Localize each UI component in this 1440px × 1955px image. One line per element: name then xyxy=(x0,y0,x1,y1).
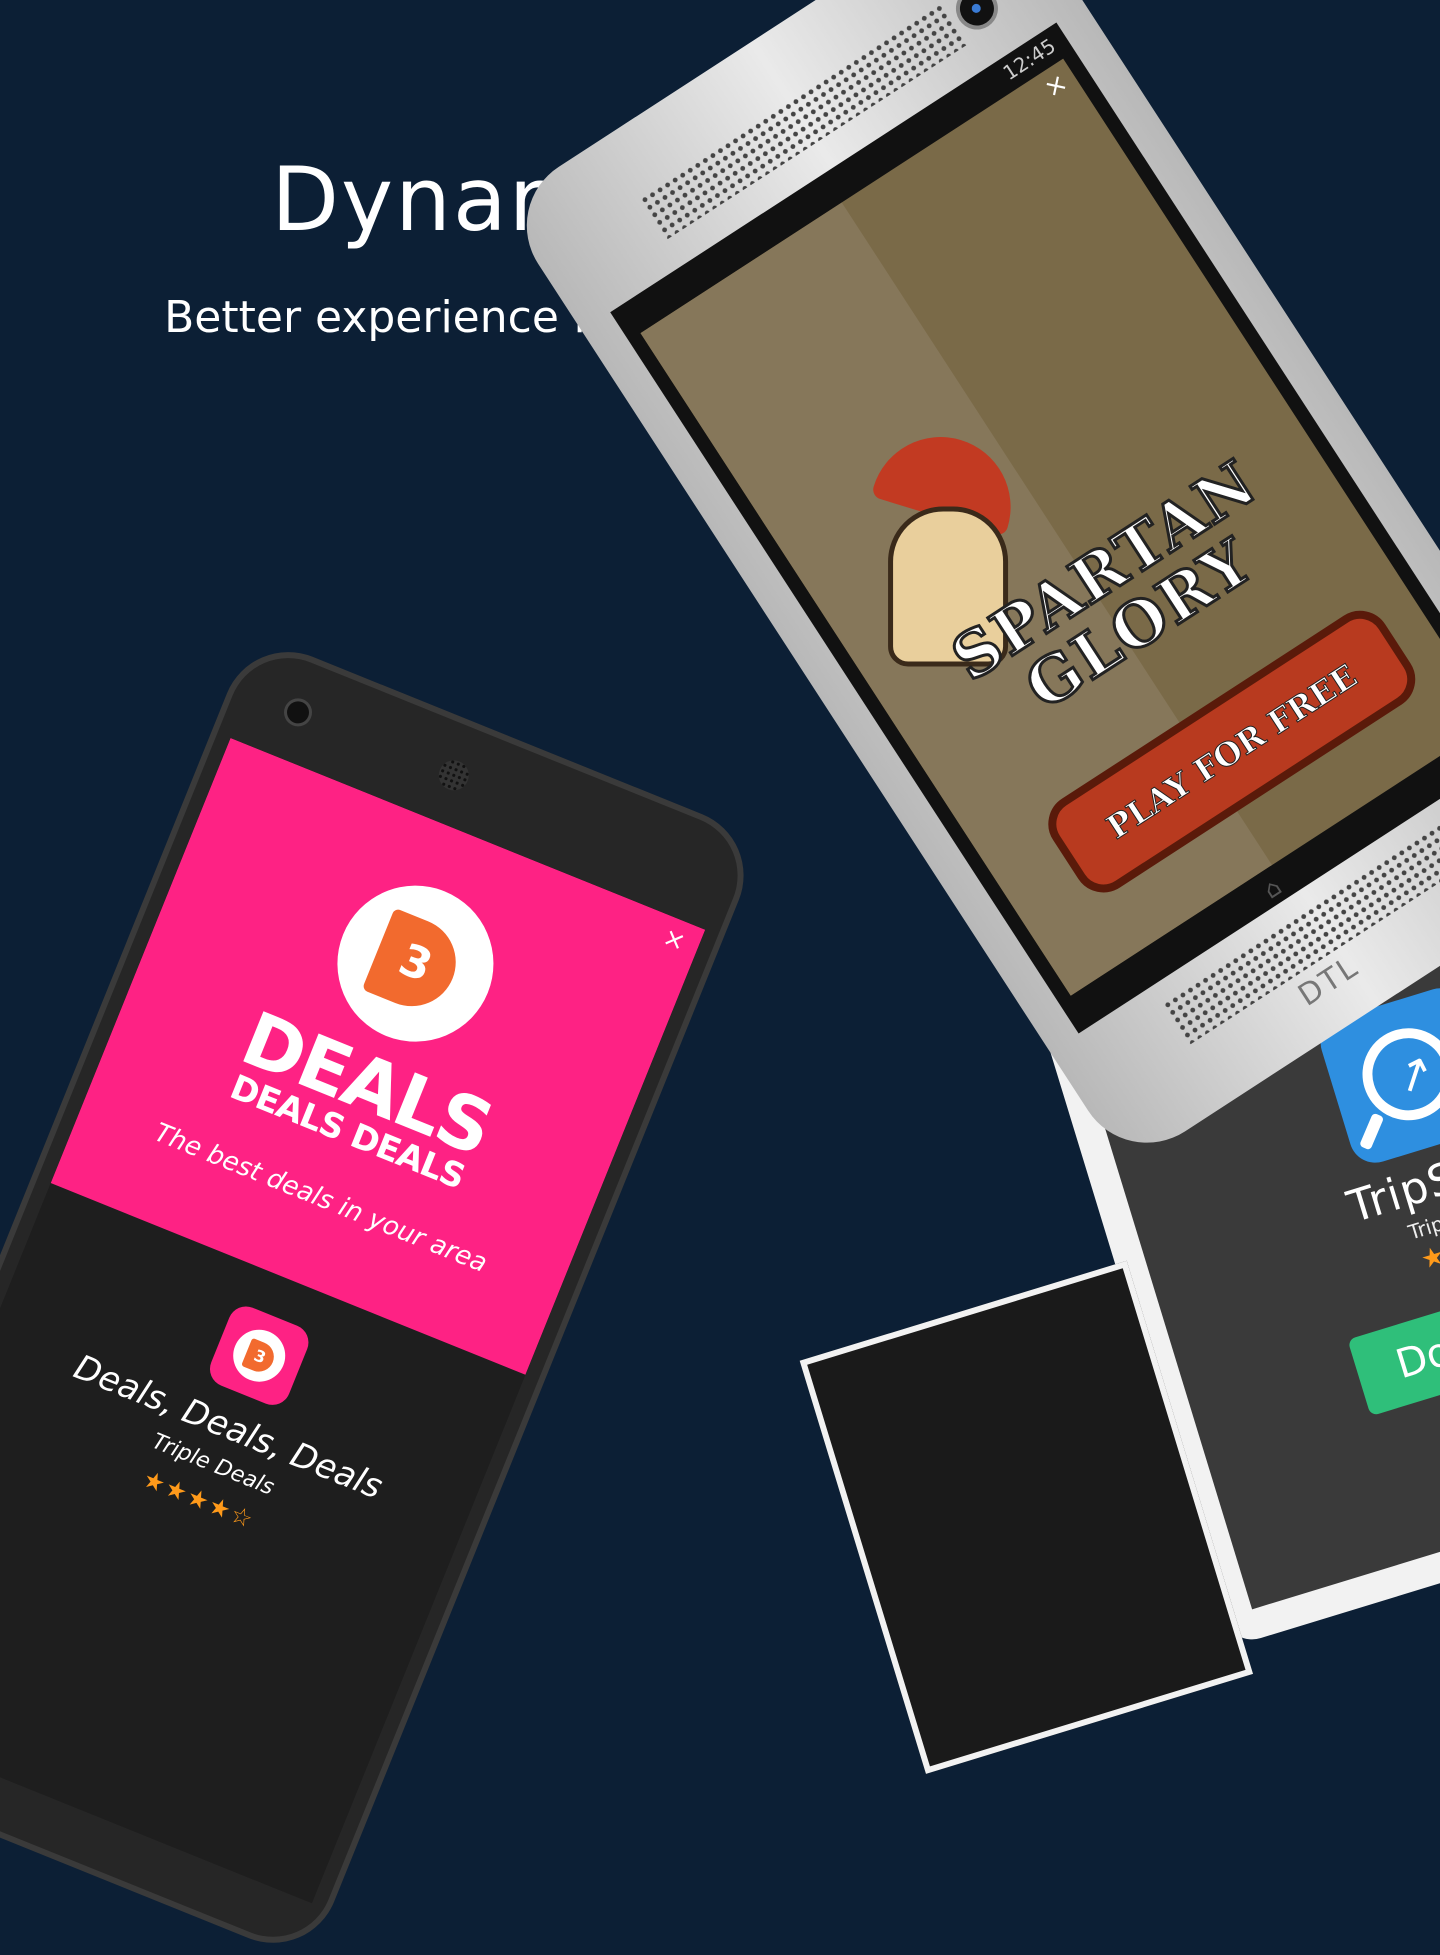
nexus-phone: × 3 DEALS DEALS DEALS The best deals in … xyxy=(0,640,756,1955)
camera-icon xyxy=(953,0,1001,33)
deals-app-icon[interactable]: 3 xyxy=(204,1301,314,1411)
app-icon-badge: 3 xyxy=(225,1321,294,1390)
earpiece-speaker xyxy=(434,755,474,795)
deals-app-company: Triple Deals xyxy=(148,1429,278,1501)
deals-badge-icon: 3 xyxy=(324,872,507,1055)
nexus-screen: × 3 DEALS DEALS DEALS The best deals in … xyxy=(0,737,706,1904)
magnifier-handle xyxy=(1359,1112,1385,1151)
close-icon[interactable]: × xyxy=(659,922,690,958)
app-icon-letter: 3 xyxy=(241,1337,279,1377)
front-camera-icon xyxy=(283,698,313,727)
deals-badge-letter: 3 xyxy=(361,907,470,1020)
home-icon[interactable]: ⌂ xyxy=(1259,873,1287,905)
tablet-inner-panel xyxy=(799,1260,1254,1774)
deals-ad-card[interactable]: × 3 DEALS DEALS DEALS The best deals in … xyxy=(50,737,706,1375)
close-icon[interactable]: × xyxy=(1039,67,1074,104)
